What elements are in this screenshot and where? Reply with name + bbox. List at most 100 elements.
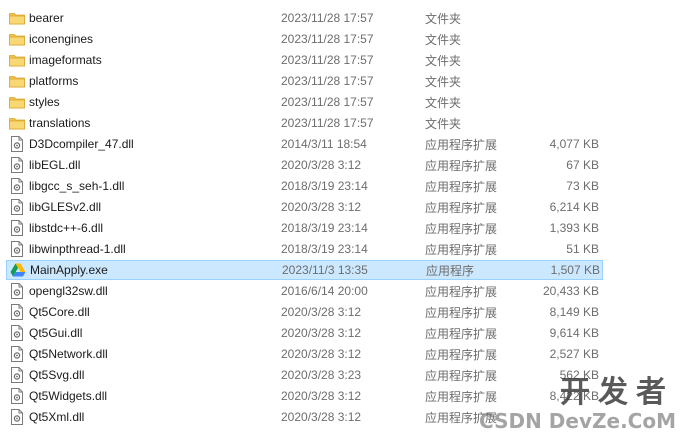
dll-file-icon bbox=[9, 367, 25, 383]
file-modified-date: 2023/11/28 17:57 bbox=[281, 32, 374, 46]
file-row[interactable]: Qt5Svg.dll 2020/3/28 3:23 应用程序扩展 562 KB bbox=[6, 365, 603, 385]
file-type: 文件夹 bbox=[425, 32, 462, 47]
file-row[interactable]: Qt5Core.dll 2020/3/28 3:12 应用程序扩展 8,149 KB bbox=[6, 302, 603, 322]
file-name: opengl32sw.dll bbox=[29, 284, 108, 298]
file-name: libwinpthread-1.dll bbox=[29, 242, 126, 256]
file-modified-date: 2016/6/14 20:00 bbox=[281, 284, 368, 298]
file-row[interactable]: translations 2023/11/28 17:57 文件夹 bbox=[6, 113, 603, 133]
file-type: 文件夹 bbox=[425, 74, 462, 89]
file-type: 应用程序扩展 bbox=[425, 179, 498, 194]
file-type: 应用程序扩展 bbox=[425, 410, 498, 425]
file-name: bearer bbox=[29, 11, 64, 25]
file-type: 文件夹 bbox=[425, 53, 462, 68]
file-size: 9,614 KB bbox=[549, 326, 599, 340]
file-modified-date: 2023/11/3 13:35 bbox=[282, 263, 368, 277]
file-modified-date: 2020/3/28 3:12 bbox=[281, 389, 362, 403]
file-name: platforms bbox=[29, 74, 79, 88]
file-row[interactable]: opengl32sw.dll 2016/6/14 20:00 应用程序扩展 20,43… bbox=[6, 281, 603, 301]
file-modified-date: 2018/3/19 23:14 bbox=[281, 221, 368, 235]
file-row[interactable]: Qt5Widgets.dll 2020/3/28 3:12 应用程序扩展 8,422 … bbox=[6, 386, 603, 406]
file-name: Qt5Svg.dll bbox=[29, 368, 85, 382]
file-name: styles bbox=[29, 95, 60, 109]
file-row[interactable]: libgcc_s_seh-1.dll 2018/3/19 23:14 应用程序扩展 7… bbox=[6, 176, 603, 196]
folder-icon bbox=[9, 31, 25, 47]
file-row[interactable]: MainApply.exe 2023/11/3 13:35 应用程序 1,507 KB bbox=[6, 260, 603, 280]
file-size: 20,433 KB bbox=[542, 284, 599, 298]
file-row[interactable]: libGLESv2.dll 2020/3/28 3:12 应用程序扩展 6,214 K… bbox=[6, 197, 603, 217]
file-row[interactable]: bearer 2023/11/28 17:57 文件夹 bbox=[6, 8, 603, 28]
file-name: Qt5Widgets.dll bbox=[29, 389, 108, 403]
file-name: iconengines bbox=[29, 32, 94, 46]
file-type: 应用程序扩展 bbox=[425, 158, 498, 173]
file-row[interactable]: iconengines 2023/11/28 17:57 文件夹 bbox=[6, 29, 603, 49]
file-name: imageformats bbox=[29, 53, 102, 67]
file-name: MainApply.exe bbox=[30, 263, 108, 277]
file-name: libEGL.dll bbox=[29, 158, 81, 172]
file-type: 文件夹 bbox=[425, 116, 462, 131]
folder-icon bbox=[9, 94, 25, 110]
file-modified-date: 2020/3/28 3:12 bbox=[281, 410, 362, 424]
file-type: 应用程序扩展 bbox=[425, 347, 498, 362]
file-row[interactable]: Qt5Xml.dll 2020/3/28 3:12 应用程序扩展 bbox=[6, 407, 603, 427]
file-modified-date: 2020/3/28 3:23 bbox=[281, 368, 362, 382]
file-type: 应用程序扩展 bbox=[425, 200, 498, 215]
dll-file-icon bbox=[9, 199, 25, 215]
file-type: 文件夹 bbox=[425, 95, 462, 110]
file-type: 应用程序扩展 bbox=[425, 242, 498, 257]
file-size: 1,393 KB bbox=[549, 221, 599, 235]
file-size: 4,077 KB bbox=[549, 137, 599, 151]
dll-file-icon bbox=[9, 136, 25, 152]
file-type: 应用程序扩展 bbox=[425, 305, 498, 320]
file-type: 应用程序扩展 bbox=[425, 389, 498, 404]
file-type: 应用程序扩展 bbox=[425, 368, 498, 383]
file-modified-date: 2020/3/28 3:12 bbox=[281, 200, 362, 214]
file-name: libstdc++-6.dll bbox=[29, 221, 104, 235]
app-icon bbox=[10, 262, 26, 278]
dll-file-icon bbox=[9, 409, 25, 425]
dll-file-icon bbox=[9, 304, 25, 320]
file-type: 应用程序 bbox=[426, 263, 475, 278]
file-name: D3Dcompiler_47.dll bbox=[29, 137, 134, 151]
file-modified-date: 2020/3/28 3:12 bbox=[281, 347, 362, 361]
file-name: libgcc_s_seh-1.dll bbox=[29, 179, 125, 193]
file-modified-date: 2023/11/28 17:57 bbox=[281, 95, 374, 109]
file-modified-date: 2014/3/11 18:54 bbox=[281, 137, 367, 151]
file-type: 文件夹 bbox=[425, 11, 462, 26]
file-row[interactable]: platforms 2023/11/28 17:57 文件夹 bbox=[6, 71, 603, 91]
file-row[interactable]: libEGL.dll 2020/3/28 3:12 应用程序扩展 67 KB bbox=[6, 155, 603, 175]
file-row[interactable]: imageformats 2023/11/28 17:57 文件夹 bbox=[6, 50, 603, 70]
dll-file-icon bbox=[9, 241, 25, 257]
file-type: 应用程序扩展 bbox=[425, 326, 498, 341]
file-name: libGLESv2.dll bbox=[29, 200, 102, 214]
file-modified-date: 2018/3/19 23:14 bbox=[281, 179, 368, 193]
file-name: Qt5Xml.dll bbox=[29, 410, 85, 424]
file-modified-date: 2018/3/19 23:14 bbox=[281, 242, 368, 256]
file-row[interactable]: Qt5Gui.dll 2020/3/28 3:12 应用程序扩展 9,614 KB bbox=[6, 323, 603, 343]
file-size: 8,422 KB bbox=[549, 389, 599, 403]
file-modified-date: 2020/3/28 3:12 bbox=[281, 326, 362, 340]
file-modified-date: 2023/11/28 17:57 bbox=[281, 11, 374, 25]
file-modified-date: 2023/11/28 17:57 bbox=[281, 116, 374, 130]
file-name: Qt5Gui.dll bbox=[29, 326, 83, 340]
folder-icon bbox=[9, 10, 25, 26]
file-name: translations bbox=[29, 116, 91, 130]
file-size: 2,527 KB bbox=[549, 347, 599, 361]
file-modified-date: 2020/3/28 3:12 bbox=[281, 305, 362, 319]
file-name: Qt5Core.dll bbox=[29, 305, 90, 319]
file-row[interactable]: libstdc++-6.dll 2018/3/19 23:14 应用程序扩展 1,39… bbox=[6, 218, 603, 238]
file-modified-date: 2023/11/28 17:57 bbox=[281, 74, 374, 88]
file-size: 67 KB bbox=[566, 158, 599, 172]
file-size: 73 KB bbox=[566, 179, 599, 193]
file-row[interactable]: styles 2023/11/28 17:57 文件夹 bbox=[6, 92, 603, 112]
dll-file-icon bbox=[9, 388, 25, 404]
file-size: 51 KB bbox=[566, 242, 599, 256]
file-row[interactable]: libwinpthread-1.dll 2018/3/19 23:14 应用程序扩展… bbox=[6, 239, 603, 259]
file-size: 8,149 KB bbox=[549, 305, 599, 319]
file-modified-date: 2023/11/28 17:57 bbox=[281, 53, 374, 67]
dll-file-icon bbox=[9, 346, 25, 362]
folder-icon bbox=[9, 115, 25, 131]
dll-file-icon bbox=[9, 220, 25, 236]
dll-file-icon bbox=[9, 178, 25, 194]
file-row[interactable]: D3Dcompiler_47.dll 2014/3/11 18:54 应用程序扩展 4… bbox=[6, 134, 603, 154]
file-row[interactable]: Qt5Network.dll 2020/3/28 3:12 应用程序扩展 2,527 … bbox=[6, 344, 603, 364]
